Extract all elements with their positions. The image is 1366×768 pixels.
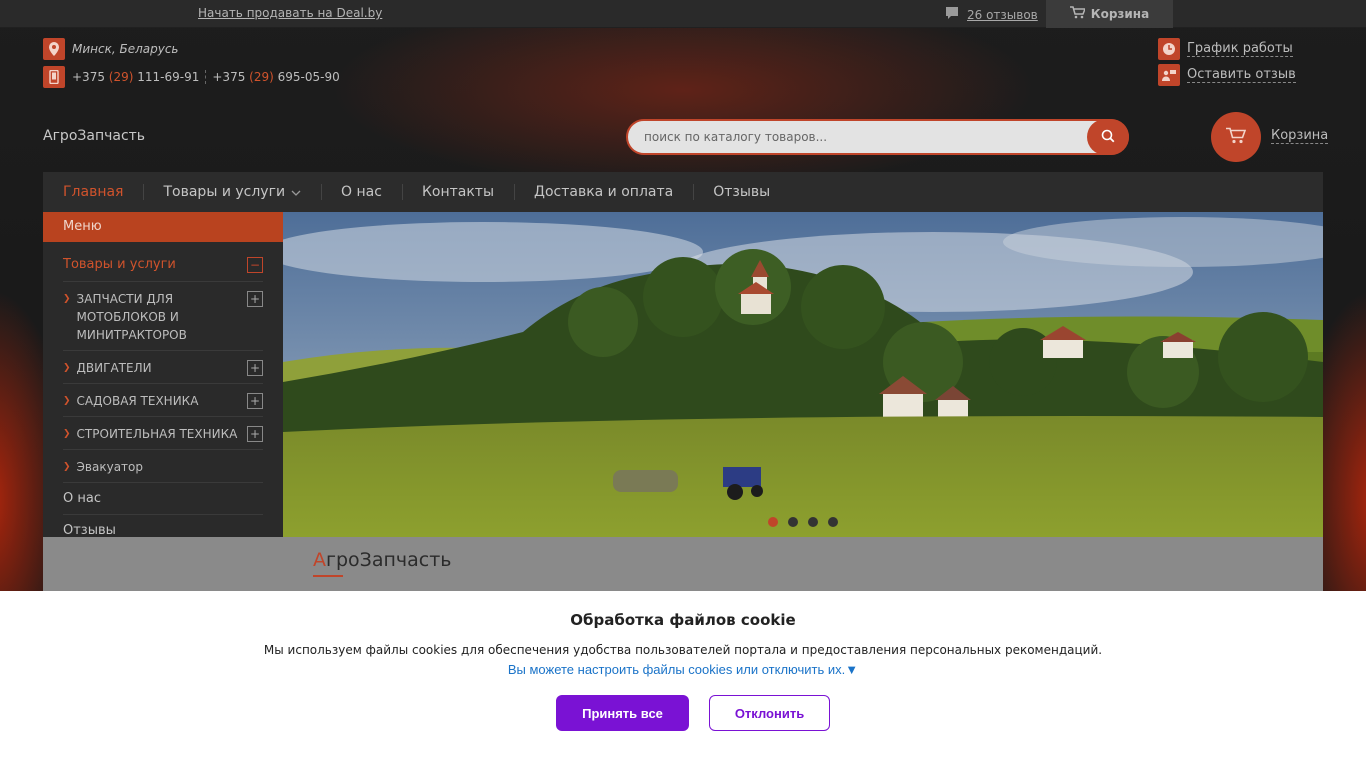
slider-dot-3[interactable] [808,517,818,527]
top-bar: Начать продавать на Deal.by 26 отзывов К… [0,0,1366,28]
slider-dots [768,517,838,527]
phone-2[interactable]: +375 (29) 695-05-90 [212,70,339,84]
chevron-down-icon: ❯ [63,462,71,472]
sidebar-subitem[interactable]: ❯ Эвакуатор [63,450,263,483]
chevron-down-icon: ❯ [63,363,71,373]
comment-icon [945,6,959,23]
expand-icon[interactable]: + [247,360,263,376]
cart-link[interactable]: Корзина [1271,129,1329,144]
cart-icon [1226,127,1247,148]
expand-icon[interactable]: + [247,426,263,442]
cart-icon [1069,6,1086,22]
sidebar-subitem[interactable]: ❯ САДОВАЯ ТЕХНИКА + [63,384,263,417]
main-nav: Главная Товары и услуги О нас Контакты Д… [43,172,1323,212]
accept-all-button[interactable]: Принять все [556,695,689,731]
site-name[interactable]: АгроЗапчасть [43,128,145,144]
cookie-banner: Обработка файлов cookie Мы используем фа… [0,591,1366,768]
reviews-count: 26 отзывов [967,7,1038,22]
schedule-link[interactable]: График работы [1158,38,1296,60]
sidebar-subitem[interactable]: ❯ ДВИГАТЕЛИ + [63,351,263,384]
nav-reviews[interactable]: Отзывы [693,172,790,212]
cookie-configure-link[interactable]: Вы можете настроить файлы cookies или от… [0,662,1366,677]
search-icon [1101,128,1115,147]
leave-review-link[interactable]: Оставить отзыв [1158,64,1296,86]
nav-contacts[interactable]: Контакты [401,172,514,212]
sidebar-subitem[interactable]: ❯ СТРОИТЕЛЬНАЯ ТЕХНИКА + [63,417,263,450]
content-area [43,537,1323,597]
page-title: АгроЗапчасть [313,549,452,571]
location-pin-icon [43,38,65,60]
search-input[interactable] [644,128,1064,146]
slider-dot-4[interactable] [828,517,838,527]
slider-dot-2[interactable] [788,517,798,527]
chevron-down-icon: ❯ [63,396,71,406]
decline-button[interactable]: Отклонить [709,695,830,731]
nav-home[interactable]: Главная [43,172,143,212]
cookie-message: Мы используем файлы cookies для обеспече… [263,643,1103,657]
expand-icon[interactable]: + [247,393,263,409]
hero-banner[interactable] [283,212,1323,537]
sidebar-item-about[interactable]: О нас [63,483,263,515]
slider-dot-1[interactable] [768,517,778,527]
title-underline [313,575,343,577]
sidebar-header: Меню [43,212,283,242]
nav-about[interactable]: О нас [321,172,402,212]
cart-button[interactable] [1211,112,1261,162]
sidebar-menu: Меню Товары и услуги − ❯ ЗАПЧАСТИ ДЛЯ МОТ… [43,212,283,550]
header-links: График работы Оставить отзыв [1158,38,1296,90]
phone-1[interactable]: +375 (29) 111-69-91 [72,70,199,84]
landscape-image [283,212,1323,537]
chevron-down-icon: ❯ [63,294,71,304]
cart-top-button[interactable]: Корзина [1046,0,1173,28]
user-review-icon [1158,64,1180,86]
chevron-down-icon [291,184,301,200]
cookie-title: Обработка файлов cookie [570,611,796,629]
sidebar-subitem[interactable]: ❯ ЗАПЧАСТИ ДЛЯ МОТОБЛОКОВ И МИНИТРАКТОРОВ… [63,282,263,351]
search-bar [626,119,1129,155]
chevron-down-icon: ❯ [63,429,71,439]
nav-delivery[interactable]: Доставка и оплата [514,172,693,212]
reviews-link[interactable]: 26 отзывов [945,6,1038,23]
nav-products[interactable]: Товары и услуги [143,172,321,212]
contact-block: Минск, Беларусь +375 (29) 111-69-91 +375… [43,38,340,94]
mobile-phone-icon [43,66,65,88]
cart-top-label: Корзина [1090,7,1150,21]
phone-separator [205,70,207,84]
expand-icon[interactable]: + [247,291,263,307]
collapse-icon[interactable]: − [247,257,263,273]
clock-icon [1158,38,1180,60]
city-label: Минск, Беларусь [72,42,179,56]
start-selling-link[interactable]: Начать продавать на Deal.by [198,6,382,20]
sidebar-category[interactable]: Товары и услуги − [63,256,263,282]
search-button[interactable] [1087,119,1129,155]
